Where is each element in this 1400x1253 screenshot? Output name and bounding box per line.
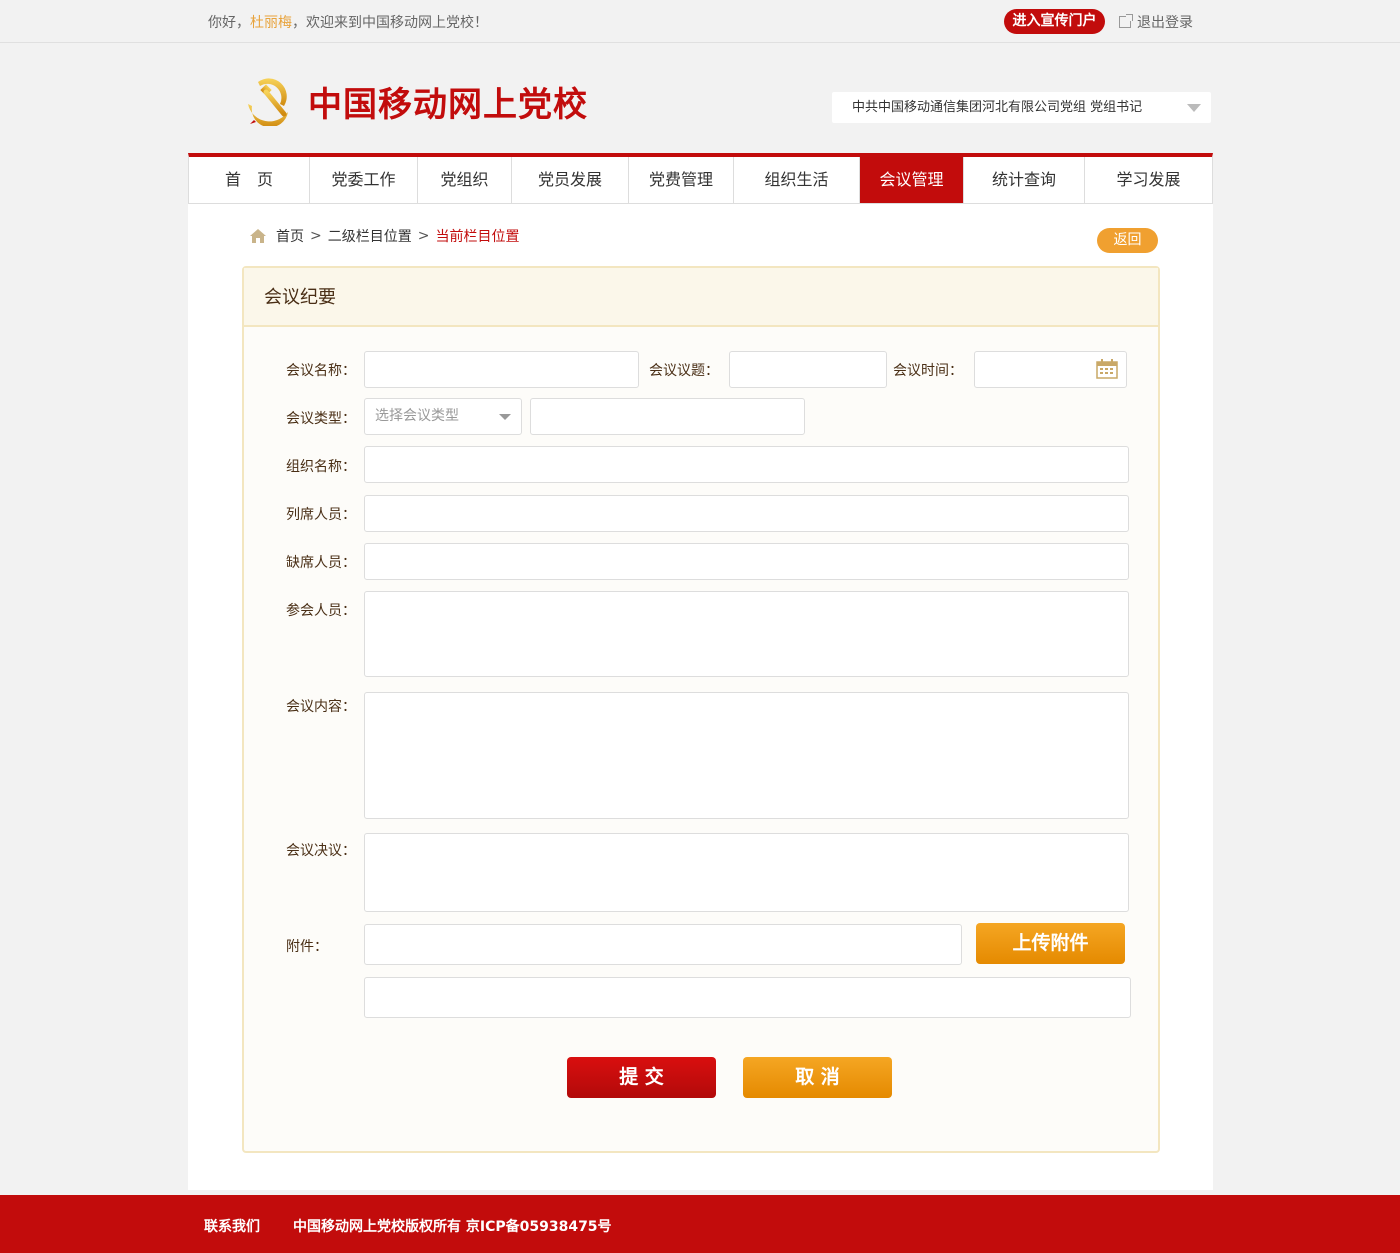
absentees-label: 缺席人员： <box>286 555 356 571</box>
meeting-minutes-form: 会议纪要 会议名称： 会议议题： 会议时间： 会议类型： 选择会议类型 组织名称… <box>242 266 1160 1153</box>
chevron-down-icon <box>1187 104 1201 112</box>
attendees-present-label: 列席人员： <box>286 507 356 523</box>
main-nav: 首 页 党委工作 党组织 党员发展 党费管理 组织生活 会议管理 统计查询 学习… <box>188 153 1213 204</box>
meeting-topic-label: 会议议题： <box>649 363 719 379</box>
participants-label: 参会人员： <box>286 603 356 619</box>
org-role-select[interactable]: 中共中国移动通信集团河北有限公司党组 党组书记 <box>832 92 1211 123</box>
breadcrumb-home[interactable]: 首页 <box>276 226 304 246</box>
meeting-name-label: 会议名称： <box>286 363 356 379</box>
attachment-list-box[interactable] <box>364 977 1131 1018</box>
cancel-button[interactable]: 取 消 <box>743 1057 892 1098</box>
user-name[interactable]: 杜丽梅 <box>250 15 292 31</box>
site-title: 中国移动网上党校 <box>308 84 588 125</box>
attendees-present-input[interactable] <box>364 495 1129 532</box>
breadcrumb-level2[interactable]: 二级栏目位置 <box>328 226 412 246</box>
meeting-name-input[interactable] <box>364 351 639 388</box>
breadcrumb-separator: > <box>417 228 430 244</box>
attachment-label: 附件： <box>286 939 328 955</box>
meeting-type-placeholder: 选择会议类型 <box>375 408 459 424</box>
meeting-time-input[interactable] <box>974 351 1127 388</box>
external-link-icon <box>1119 14 1133 28</box>
meeting-type-label: 会议类型： <box>286 411 356 427</box>
main-content: 首页 > 二级栏目位置 > 当前栏目位置 返回 会议纪要 会议名称： 会议议题：… <box>188 204 1213 1190</box>
copyright-text: 中国移动网上党校版权所有 京ICP备05938475号 <box>293 1219 612 1235</box>
meeting-time-label: 会议时间： <box>893 363 963 379</box>
nav-item-org-life[interactable]: 组织生活 <box>734 157 860 203</box>
logout-label: 退出登录 <box>1137 15 1193 31</box>
nav-item-meeting-management[interactable]: 会议管理 <box>860 157 964 203</box>
chevron-down-icon <box>499 414 511 420</box>
breadcrumb-current: 当前栏目位置 <box>435 229 520 245</box>
nav-item-party-committee[interactable]: 党委工作 <box>310 157 418 203</box>
breadcrumb-separator: > <box>310 228 322 244</box>
nav-item-home[interactable]: 首 页 <box>189 157 310 203</box>
content-label: 会议内容： <box>286 699 356 715</box>
greeting-suffix: ，欢迎来到中国移动网上党校！ <box>292 15 488 31</box>
logout-link[interactable]: 退出登录 <box>1119 12 1193 32</box>
submit-button[interactable]: 提 交 <box>567 1057 716 1098</box>
attachment-path-input[interactable] <box>364 924 962 965</box>
breadcrumb: 首页 > 二级栏目位置 > 当前栏目位置 <box>250 226 519 246</box>
greeting-text: 你好，杜丽梅，欢迎来到中国移动网上党校！ <box>208 12 488 32</box>
org-role-value: 中共中国移动通信集团河北有限公司党组 党组书记 <box>852 100 1143 115</box>
upload-attachment-button[interactable]: 上传附件 <box>976 923 1125 964</box>
back-button[interactable]: 返回 <box>1097 228 1158 253</box>
nav-item-learning[interactable]: 学习发展 <box>1085 157 1212 203</box>
org-name-label: 组织名称： <box>286 459 356 475</box>
greeting-prefix: 你好， <box>208 15 250 31</box>
nav-item-dues-management[interactable]: 党费管理 <box>629 157 734 203</box>
nav-item-statistics[interactable]: 统计查询 <box>964 157 1085 203</box>
meeting-type-select[interactable]: 选择会议类型 <box>364 398 522 435</box>
meeting-topic-input[interactable] <box>729 351 887 388</box>
form-title: 会议纪要 <box>244 268 1158 327</box>
site-logo[interactable]: 中国移动网上党校 <box>244 76 588 126</box>
footer: 联系我们 中国移动网上党校版权所有 京ICP备05938475号 <box>0 1195 1400 1253</box>
nav-item-party-org[interactable]: 党组织 <box>418 157 512 203</box>
calendar-icon[interactable] <box>1096 359 1118 379</box>
absentees-input[interactable] <box>364 543 1129 580</box>
resolution-label: 会议决议： <box>286 843 356 859</box>
enter-portal-button[interactable]: 进入宣传门户 <box>1004 9 1105 34</box>
party-emblem-icon <box>248 78 288 126</box>
nav-item-member-development[interactable]: 党员发展 <box>512 157 629 203</box>
participants-textarea[interactable] <box>364 591 1129 677</box>
resolution-textarea[interactable] <box>364 833 1129 912</box>
content-textarea[interactable] <box>364 692 1129 819</box>
top-bar: 你好，杜丽梅，欢迎来到中国移动网上党校！ 进入宣传门户 退出登录 <box>0 0 1400 43</box>
home-icon <box>250 229 266 243</box>
contact-us-link[interactable]: 联系我们 <box>204 1216 260 1236</box>
meeting-type-other-input[interactable] <box>530 398 805 435</box>
org-name-input[interactable] <box>364 446 1129 483</box>
